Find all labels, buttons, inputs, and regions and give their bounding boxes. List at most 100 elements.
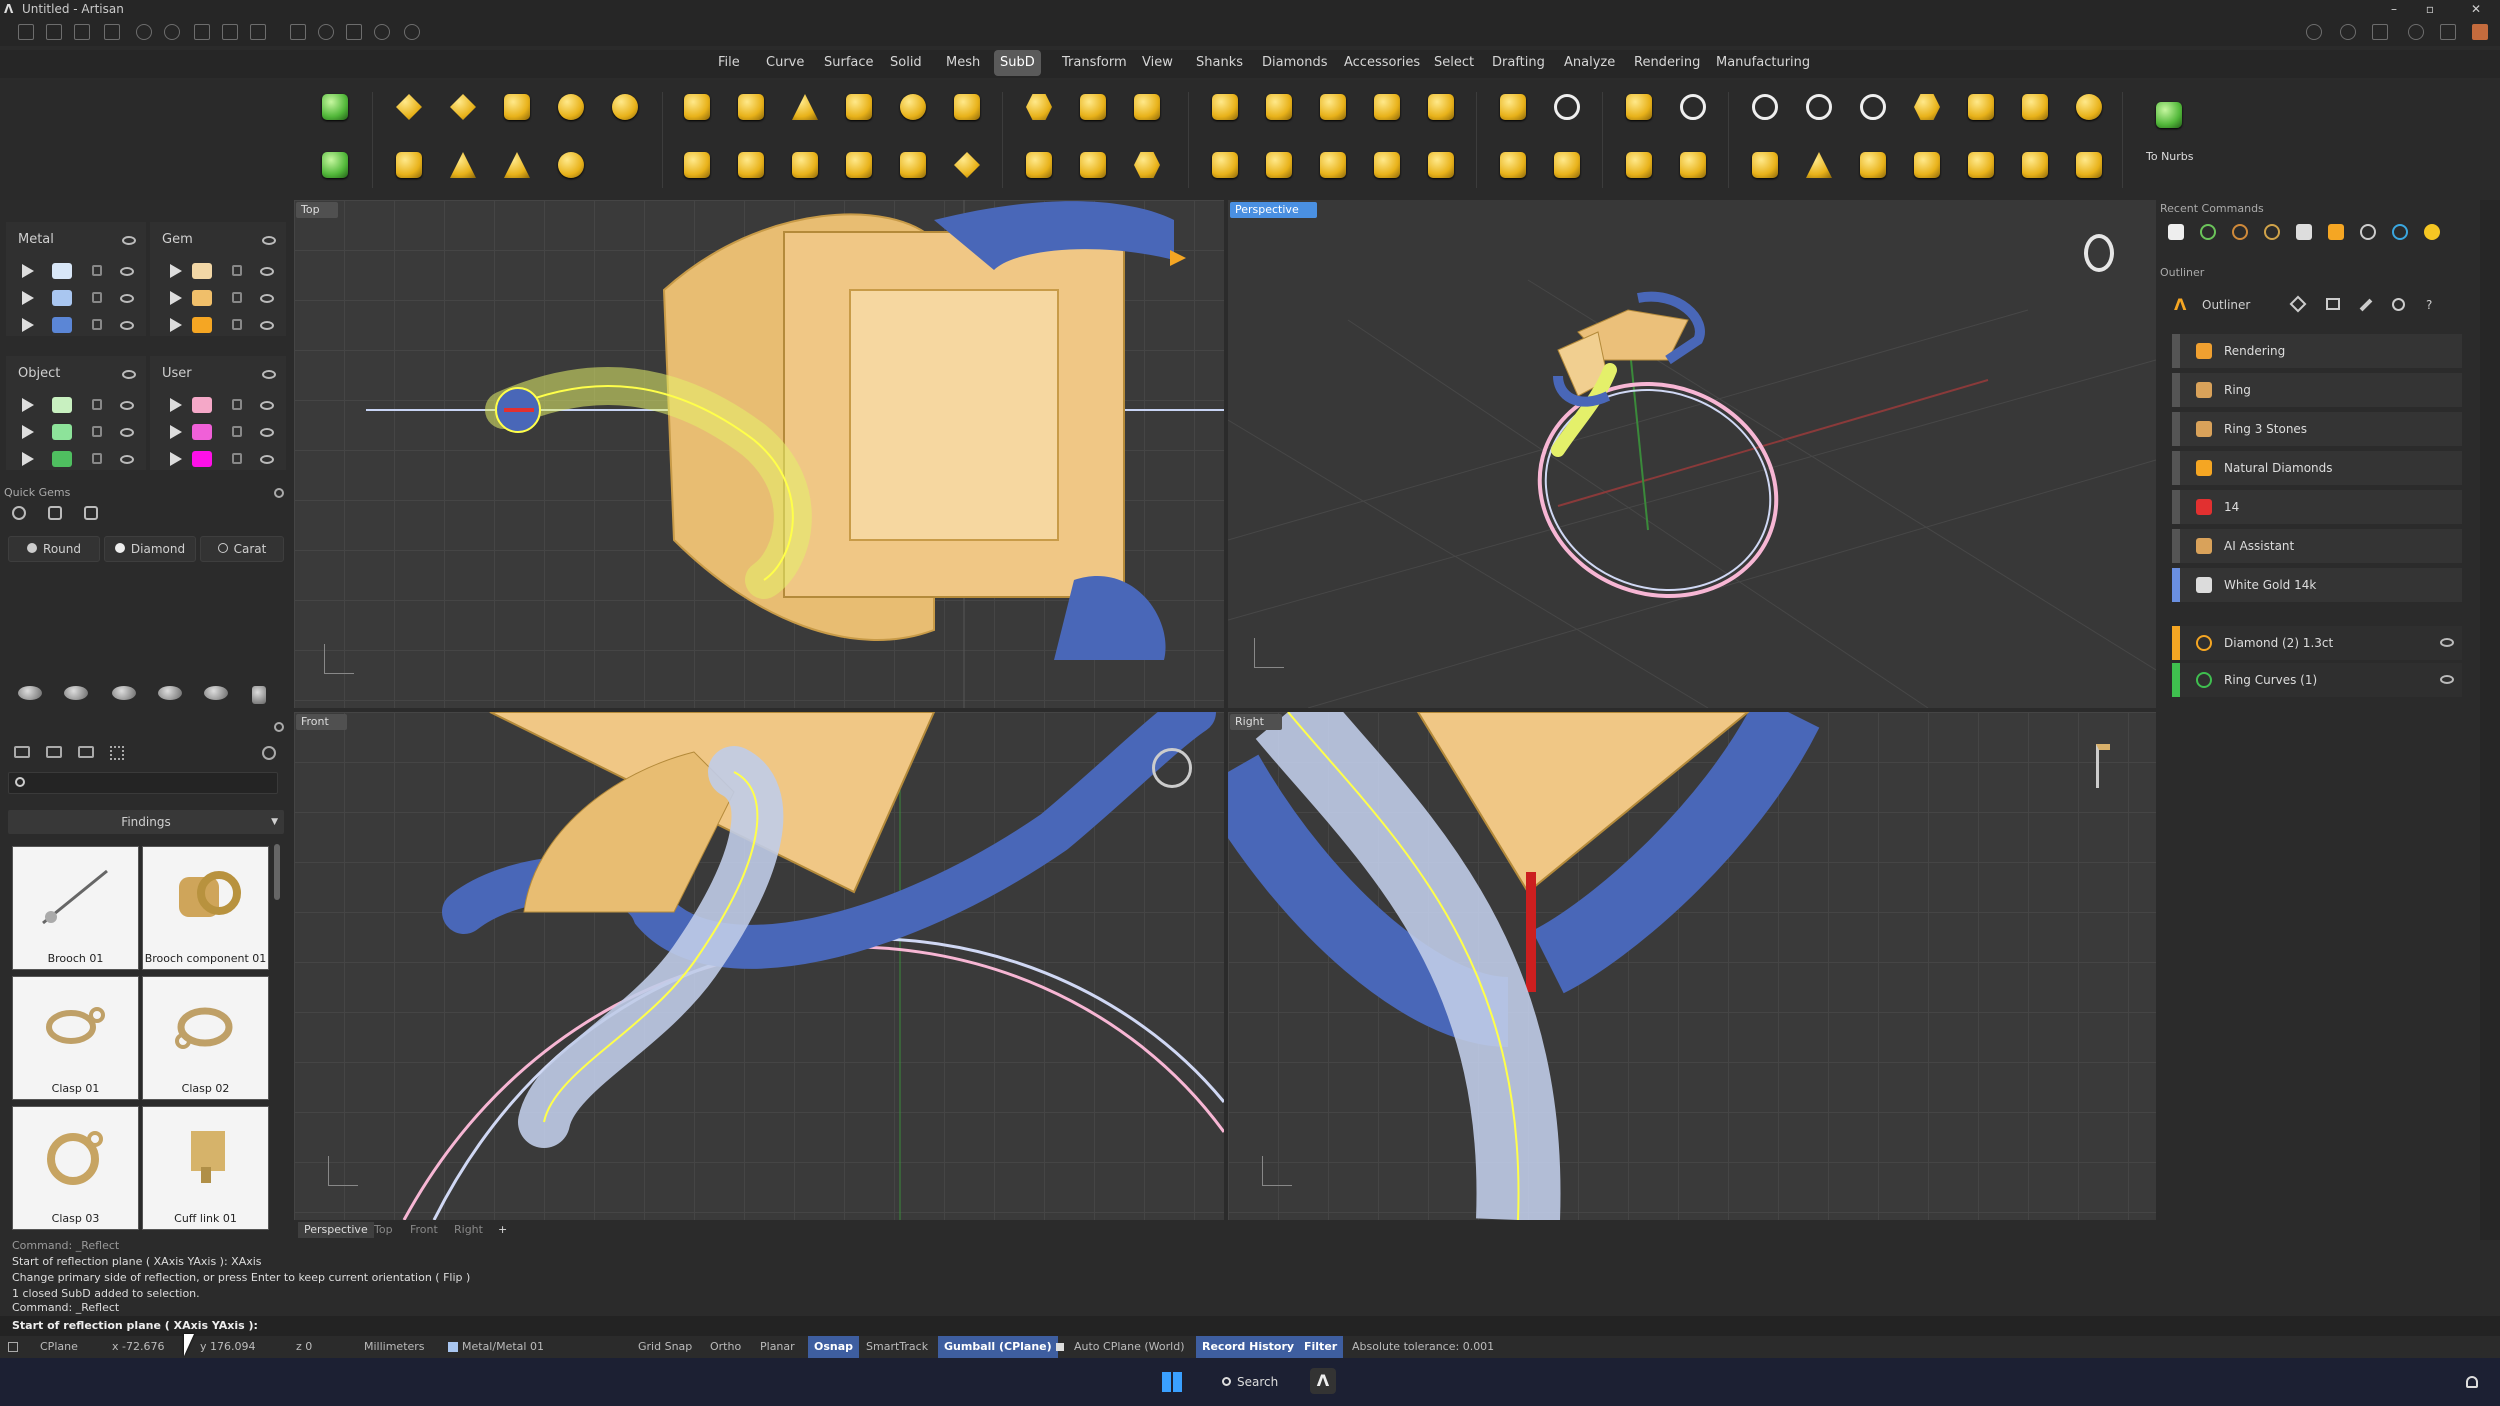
play-icon[interactable] [22, 398, 34, 412]
lock-icon[interactable] [232, 319, 242, 330]
lock-icon[interactable] [232, 399, 242, 410]
subd-sphere-icon[interactable] [550, 86, 592, 128]
subd-block-icon[interactable] [1852, 144, 1894, 186]
subd-hex-icon[interactable] [1798, 86, 1840, 128]
smarttrack-toggle[interactable]: SmartTrack [866, 1336, 928, 1358]
subd-torus-icon[interactable] [550, 144, 592, 186]
visibility-icon[interactable] [260, 401, 274, 410]
gem-preset-5-icon[interactable] [204, 686, 228, 700]
subd-cup-icon[interactable] [1546, 144, 1588, 186]
subd-cone-icon[interactable] [442, 144, 484, 186]
tab-perspective[interactable]: Perspective [298, 1222, 374, 1238]
recent-command-3-icon[interactable] [2232, 224, 2248, 240]
record-history-toggle[interactable]: Record History [1196, 1336, 1301, 1358]
link-icon[interactable] [2440, 24, 2456, 40]
subd-ellipsoid-icon[interactable] [604, 86, 646, 128]
play-icon[interactable] [22, 264, 34, 278]
finding-clasp-01[interactable]: Clasp 01 [12, 976, 139, 1100]
subd-wave-icon[interactable] [1420, 86, 1462, 128]
subd-mesh-grid-icon[interactable] [1204, 144, 1246, 186]
notification-bell-icon[interactable] [2466, 1376, 2478, 1388]
auto-cplane-toggle[interactable]: Auto CPlane (World) [1074, 1336, 1185, 1358]
gem-preset-6-icon[interactable] [252, 686, 266, 704]
play-icon[interactable] [170, 264, 182, 278]
checkbox-icon[interactable] [1056, 1343, 1064, 1351]
subd-ring-icon[interactable] [1546, 86, 1588, 128]
subd-split-icon[interactable] [1366, 144, 1408, 186]
menu-curve[interactable]: Curve [766, 50, 804, 76]
help-icon[interactable]: ? [2426, 288, 2432, 322]
refresh-icon[interactable] [262, 746, 276, 760]
lock-icon[interactable] [92, 265, 102, 276]
visibility-icon[interactable] [2440, 675, 2454, 684]
to-nurbs-label[interactable]: To Nurbs [2146, 150, 2194, 163]
gem-unit-select[interactable]: Carat [200, 536, 284, 562]
lock-icon[interactable] [232, 292, 242, 303]
layer-color-swatch[interactable] [192, 317, 212, 333]
subd-panel-icon[interactable] [1018, 144, 1060, 186]
lock-icon[interactable] [92, 292, 102, 303]
tab-front[interactable]: Front [410, 1222, 438, 1238]
viewport-top[interactable]: Top [294, 200, 1224, 708]
subd-bridge-icon[interactable] [1204, 86, 1246, 128]
finding-cuff-link-01[interactable]: Cuff link 01 [142, 1106, 269, 1230]
open-folder-icon[interactable] [104, 24, 120, 40]
layer-color-swatch[interactable] [52, 424, 72, 440]
visibility-icon[interactable] [262, 236, 276, 245]
layer-color-swatch[interactable] [192, 263, 212, 279]
visibility-icon[interactable] [260, 321, 274, 330]
findings-scrollbar[interactable] [274, 844, 280, 900]
layer-color-swatch[interactable] [52, 263, 72, 279]
ring-navigation-icon[interactable] [1152, 748, 1192, 788]
lock-icon[interactable] [92, 453, 102, 464]
play-icon[interactable] [170, 291, 182, 305]
layer-color-swatch[interactable] [52, 317, 72, 333]
outliner-row[interactable]: Rendering [2172, 334, 2462, 368]
gem-settings-icon[interactable] [48, 506, 62, 520]
finding-clasp-02[interactable]: Clasp 02 [142, 976, 269, 1100]
open-icon[interactable] [74, 24, 90, 40]
subd-cap-icon[interactable] [1126, 86, 1168, 128]
subd-stack-icon[interactable] [838, 144, 880, 186]
menu-mesh[interactable]: Mesh [946, 50, 980, 76]
close-button[interactable]: ✕ [2466, 0, 2486, 18]
menu-shanks[interactable]: Shanks [1196, 50, 1243, 76]
layer-color-swatch[interactable] [192, 290, 212, 306]
menu-rendering[interactable]: Rendering [1634, 50, 1700, 76]
finding-brooch-component-01[interactable]: Brooch component 01 [142, 846, 269, 970]
settings-icon[interactable] [404, 24, 420, 40]
subd-patch-icon[interactable] [1258, 86, 1300, 128]
subd-cube-icon[interactable] [496, 86, 538, 128]
gem-preset-2-icon[interactable] [64, 686, 88, 700]
subd-wand-icon[interactable] [1960, 144, 2002, 186]
subd-gem-icon[interactable] [2068, 86, 2110, 128]
recent-command-7-icon[interactable] [2360, 224, 2376, 240]
menu-solid[interactable]: Solid [890, 50, 922, 76]
subd-frame-icon[interactable] [1018, 86, 1060, 128]
viewport-label-top[interactable]: Top [296, 202, 338, 218]
layer-color-swatch[interactable] [52, 451, 72, 467]
subd-loft-icon[interactable] [1072, 86, 1114, 128]
visibility-icon[interactable] [2440, 638, 2454, 647]
ortho-toggle[interactable]: Ortho [710, 1336, 741, 1358]
subd-subdivide-icon[interactable] [1258, 144, 1300, 186]
menu-file[interactable]: File [718, 50, 740, 76]
ring-navigation-icon[interactable] [2084, 234, 2114, 272]
visibility-icon[interactable] [120, 267, 134, 276]
subd-pyramid-icon[interactable] [496, 144, 538, 186]
package-icon[interactable] [2372, 24, 2388, 40]
recent-command-1-icon[interactable] [2168, 224, 2184, 240]
subd-grid-icon[interactable] [1072, 144, 1114, 186]
grid-view-icon[interactable] [110, 746, 124, 760]
visibility-icon[interactable] [260, 455, 274, 464]
finding-brooch-01[interactable]: Brooch 01 [12, 846, 139, 970]
tab-top[interactable]: Top [374, 1222, 393, 1238]
windows-start-icon[interactable] [1162, 1372, 1182, 1392]
subd-ruler-icon[interactable] [2014, 144, 2056, 186]
star-icon[interactable] [946, 144, 988, 186]
subd-box-icon[interactable] [388, 86, 430, 128]
visibility-icon[interactable] [120, 294, 134, 303]
subd-torch-icon[interactable] [946, 86, 988, 128]
balance-icon[interactable] [2326, 298, 2340, 310]
layer-color-swatch[interactable] [192, 397, 212, 413]
